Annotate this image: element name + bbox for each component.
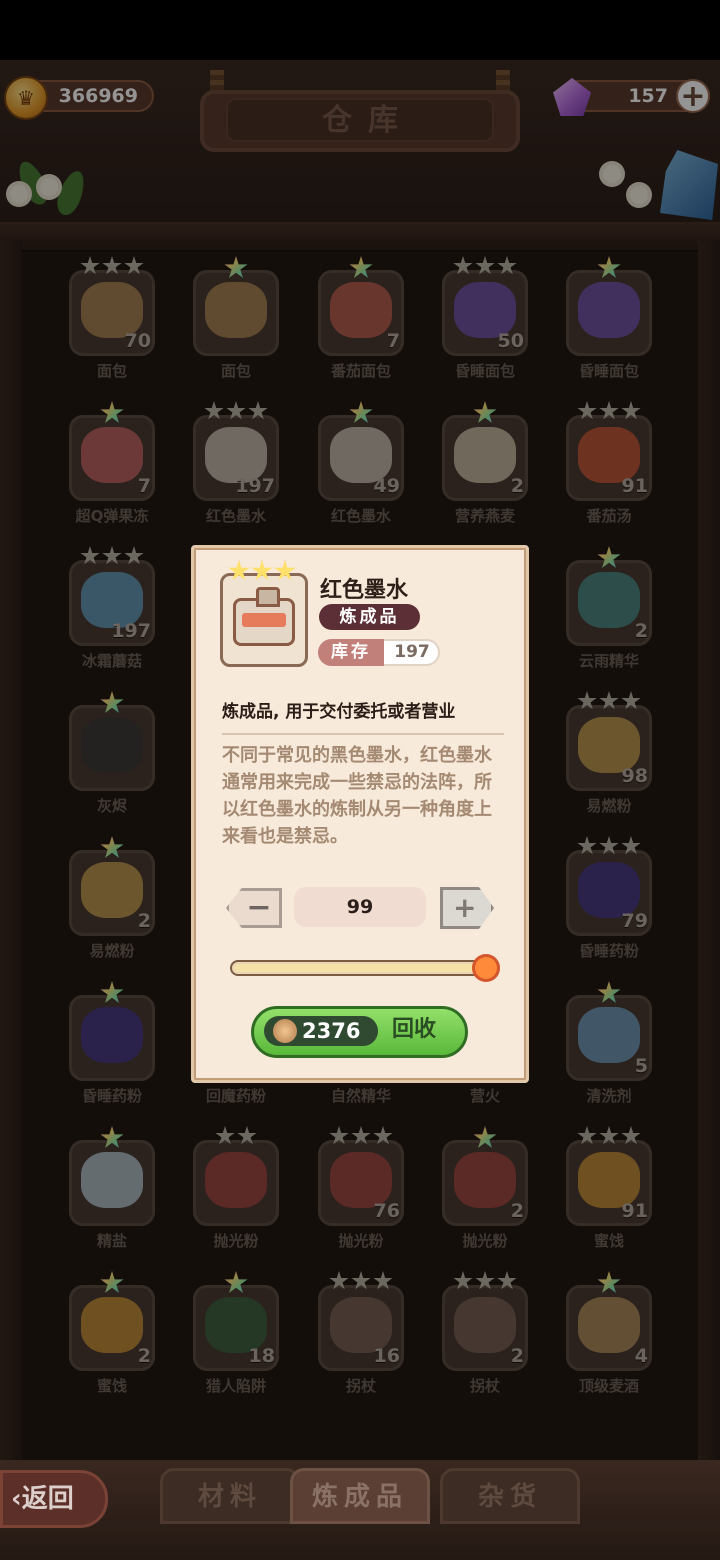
star-icon <box>251 560 273 581</box>
item-rarity-stars <box>228 560 296 582</box>
star-icon <box>228 560 250 581</box>
item-category-tag: 炼成品 <box>319 604 420 630</box>
stock-value: 197 <box>394 642 430 662</box>
divider <box>222 733 504 735</box>
quantity-slider[interactable] <box>230 960 490 976</box>
item-usage: 炼成品, 用于交付委托或者营业 <box>222 702 456 722</box>
coin-icon <box>273 1019 297 1043</box>
warehouse-screen: 仓库 366969 ♛ 157 + 70 面包 面包 7 番茄面包 50 昏睡面包 昏睡面包 7… <box>0 0 720 1560</box>
tab-crafted[interactable]: 炼成品 <box>290 1468 430 1524</box>
tab-materials[interactable]: 材料 <box>160 1468 300 1524</box>
item-name: 红色墨水 <box>320 578 409 603</box>
slider-fill <box>234 964 482 972</box>
recycle-label[interactable]: 回收 <box>392 1014 436 1046</box>
back-button[interactable]: ‹返回 <box>0 1470 108 1528</box>
item-description: 不同于常见的黑色墨水，红色墨水通常用来完成一些禁忌的法阵，所以红色墨水的炼制从另… <box>222 745 492 847</box>
tab-goods[interactable]: 杂货 <box>440 1468 580 1524</box>
stock-label: 库存 <box>318 639 384 666</box>
quantity-field[interactable]: 99 <box>294 887 426 927</box>
back-label: 返回 <box>21 1484 74 1514</box>
star-icon <box>274 560 296 581</box>
red-ink-icon <box>233 587 295 646</box>
slider-handle-flower-icon[interactable] <box>472 954 500 982</box>
